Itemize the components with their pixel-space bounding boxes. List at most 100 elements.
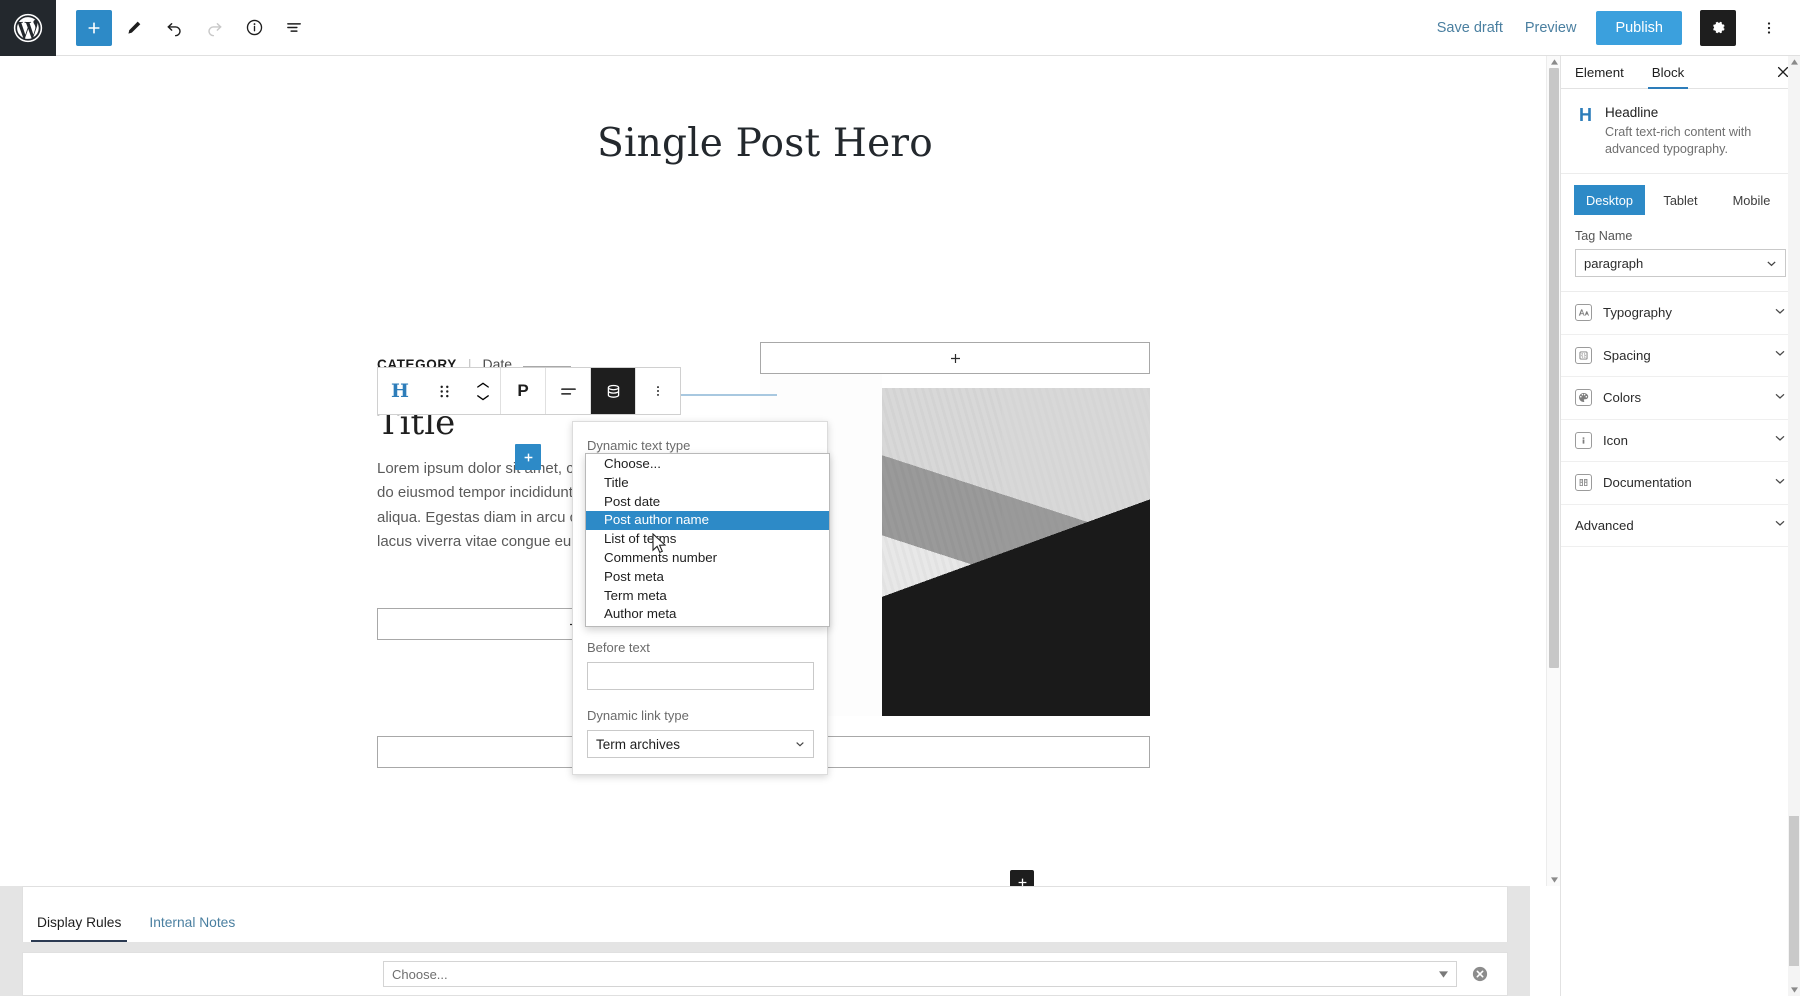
sidebar-scrollbar[interactable] xyxy=(1788,56,1800,996)
block-title: Headline xyxy=(1605,105,1784,120)
section-documentation[interactable]: Documentation xyxy=(1561,462,1800,505)
sidebar-tab-block[interactable]: Block xyxy=(1638,56,1699,88)
chevron-down-icon xyxy=(1774,431,1786,449)
add-block-section[interactable] xyxy=(1010,870,1034,886)
dynamic-text-option[interactable]: Author meta xyxy=(586,605,829,624)
icon-box-icon xyxy=(1575,432,1592,449)
dynamic-text-option[interactable]: Title xyxy=(586,474,829,493)
kebab-menu-icon[interactable] xyxy=(636,368,680,414)
section-label: Spacing xyxy=(1603,348,1651,363)
block-info: H Headline Craft text-rich content with … xyxy=(1561,89,1800,174)
dynamic-link-type-label: Dynamic link type xyxy=(587,708,814,723)
block-toolbar-group-align xyxy=(546,368,591,414)
typography-icon xyxy=(1575,304,1592,321)
display-rules-row: Choose... xyxy=(22,952,1508,996)
tag-name-select[interactable]: paragraph xyxy=(1575,249,1786,277)
canvas-scrollbar[interactable] xyxy=(1546,56,1560,886)
pencil-icon[interactable] xyxy=(116,10,152,46)
add-block-button[interactable] xyxy=(76,10,112,46)
dynamic-text-option[interactable]: Post author name xyxy=(586,511,829,530)
undo-arrow-icon[interactable] xyxy=(156,10,192,46)
preview-button[interactable]: Preview xyxy=(1523,14,1579,42)
section-label: Colors xyxy=(1603,390,1641,405)
sidebar-tab-element[interactable]: Element xyxy=(1561,56,1638,88)
device-tab-tablet[interactable]: Tablet xyxy=(1645,185,1716,215)
list-view-icon[interactable] xyxy=(276,10,312,46)
dynamic-link-type-value: Term archives xyxy=(596,737,680,752)
page-title: Single Post Hero xyxy=(0,121,1530,166)
block-toolbar-group-more xyxy=(636,368,680,414)
wordpress-logo-icon[interactable] xyxy=(0,0,56,56)
section-spacing[interactable]: Spacing xyxy=(1561,335,1800,378)
editor-canvas: Single Post Hero CATEGORY | Date Title L… xyxy=(0,56,1530,886)
bottom-panel: Display RulesInternal Notes Choose... xyxy=(0,886,1530,996)
info-circle-icon[interactable] xyxy=(236,10,272,46)
before-text-label: Before text xyxy=(587,640,814,655)
dynamic-text-option[interactable]: Post meta xyxy=(586,568,829,587)
top-bar-actions: Save draft Preview Publish xyxy=(1435,10,1800,46)
mouse-cursor xyxy=(652,533,667,559)
palette-icon xyxy=(1575,389,1592,406)
device-tab-mobile[interactable]: Mobile xyxy=(1716,185,1787,215)
redo-arrow-icon[interactable] xyxy=(196,10,232,46)
gear-icon[interactable] xyxy=(1700,10,1736,46)
scroll-down-arrow-icon[interactable] xyxy=(1789,984,1799,996)
block-mover[interactable] xyxy=(466,368,500,414)
sidebar-tabs: ElementBlock xyxy=(1561,56,1800,89)
rule-select[interactable]: Choose... xyxy=(383,961,1457,987)
block-toolbar: H P xyxy=(377,367,681,415)
chevron-down-icon xyxy=(1774,304,1786,322)
block-settings-sidebar: ElementBlock H Headline Craft text-rich … xyxy=(1560,56,1800,996)
block-type-button[interactable]: H xyxy=(378,368,422,414)
insert-block-chip[interactable] xyxy=(515,444,541,470)
tag-name-label: Tag Name xyxy=(1575,229,1786,243)
section-label: Icon xyxy=(1603,433,1628,448)
dynamic-text-option[interactable]: Term meta xyxy=(586,587,829,606)
tag-name-button[interactable]: P xyxy=(501,368,545,414)
dynamic-link-type-select[interactable]: Term archives xyxy=(587,730,814,758)
drag-handle-icon[interactable] xyxy=(422,368,466,414)
canvas-scroll-thumb[interactable] xyxy=(1549,68,1559,668)
editor-top-bar: Save draft Preview Publish xyxy=(0,0,1800,56)
text-align-icon[interactable] xyxy=(546,368,590,414)
chevron-down-icon xyxy=(1774,389,1786,407)
spacing-icon xyxy=(1575,347,1592,364)
chevron-down-icon xyxy=(1766,258,1777,269)
scroll-up-arrow-icon[interactable] xyxy=(1549,56,1559,68)
clear-circle-x-icon[interactable] xyxy=(1467,966,1493,982)
section-icon[interactable]: Icon xyxy=(1561,420,1800,463)
settings-sections: Typography Spacing Colors Icon Documentation… xyxy=(1561,292,1800,547)
block-toolbar-group-dynamic xyxy=(591,368,636,414)
section-typography[interactable]: Typography xyxy=(1561,292,1800,335)
dynamic-text-option[interactable]: Post date xyxy=(586,493,829,512)
device-tab-desktop[interactable]: Desktop xyxy=(1574,185,1645,215)
tag-name-field: Tag Name paragraph xyxy=(1561,215,1800,292)
section-label: Advanced xyxy=(1575,518,1634,533)
publish-button[interactable]: Publish xyxy=(1596,11,1682,45)
kebab-menu-icon[interactable] xyxy=(1754,10,1784,46)
device-preview-tabs: DesktopTabletMobile xyxy=(1574,185,1787,215)
section-colors[interactable]: Colors xyxy=(1561,377,1800,420)
sidebar-scroll-thumb[interactable] xyxy=(1789,816,1799,966)
tag-name-value: paragraph xyxy=(1584,256,1643,271)
caret-down-icon xyxy=(1439,971,1448,978)
dynamic-text-option[interactable]: List of terms xyxy=(586,530,829,549)
scroll-down-arrow-icon[interactable] xyxy=(1549,874,1559,886)
chevron-down-icon xyxy=(1774,346,1786,364)
dynamic-text-type-label: Dynamic text type xyxy=(587,438,814,453)
bottom-tab-internal-notes[interactable]: Internal Notes xyxy=(135,915,249,942)
add-block-above-image[interactable] xyxy=(760,342,1150,374)
section-label: Typography xyxy=(1603,305,1672,320)
section-advanced[interactable]: Advanced xyxy=(1561,505,1800,548)
database-icon[interactable] xyxy=(591,368,635,414)
dynamic-text-option[interactable]: Choose... xyxy=(586,455,829,474)
bottom-tab-display-rules[interactable]: Display Rules xyxy=(23,915,135,942)
save-draft-button[interactable]: Save draft xyxy=(1435,14,1505,42)
before-text-input[interactable] xyxy=(587,662,814,690)
scroll-up-arrow-icon[interactable] xyxy=(1789,56,1799,68)
documentation-icon xyxy=(1575,474,1592,491)
bottom-panel-tabs: Display RulesInternal Notes xyxy=(22,886,1508,942)
headline-block-icon: H xyxy=(1579,105,1592,157)
dynamic-text-option[interactable]: Comments number xyxy=(586,549,829,568)
dynamic-text-type-options[interactable]: Choose...TitlePost datePost author nameL… xyxy=(585,453,830,627)
